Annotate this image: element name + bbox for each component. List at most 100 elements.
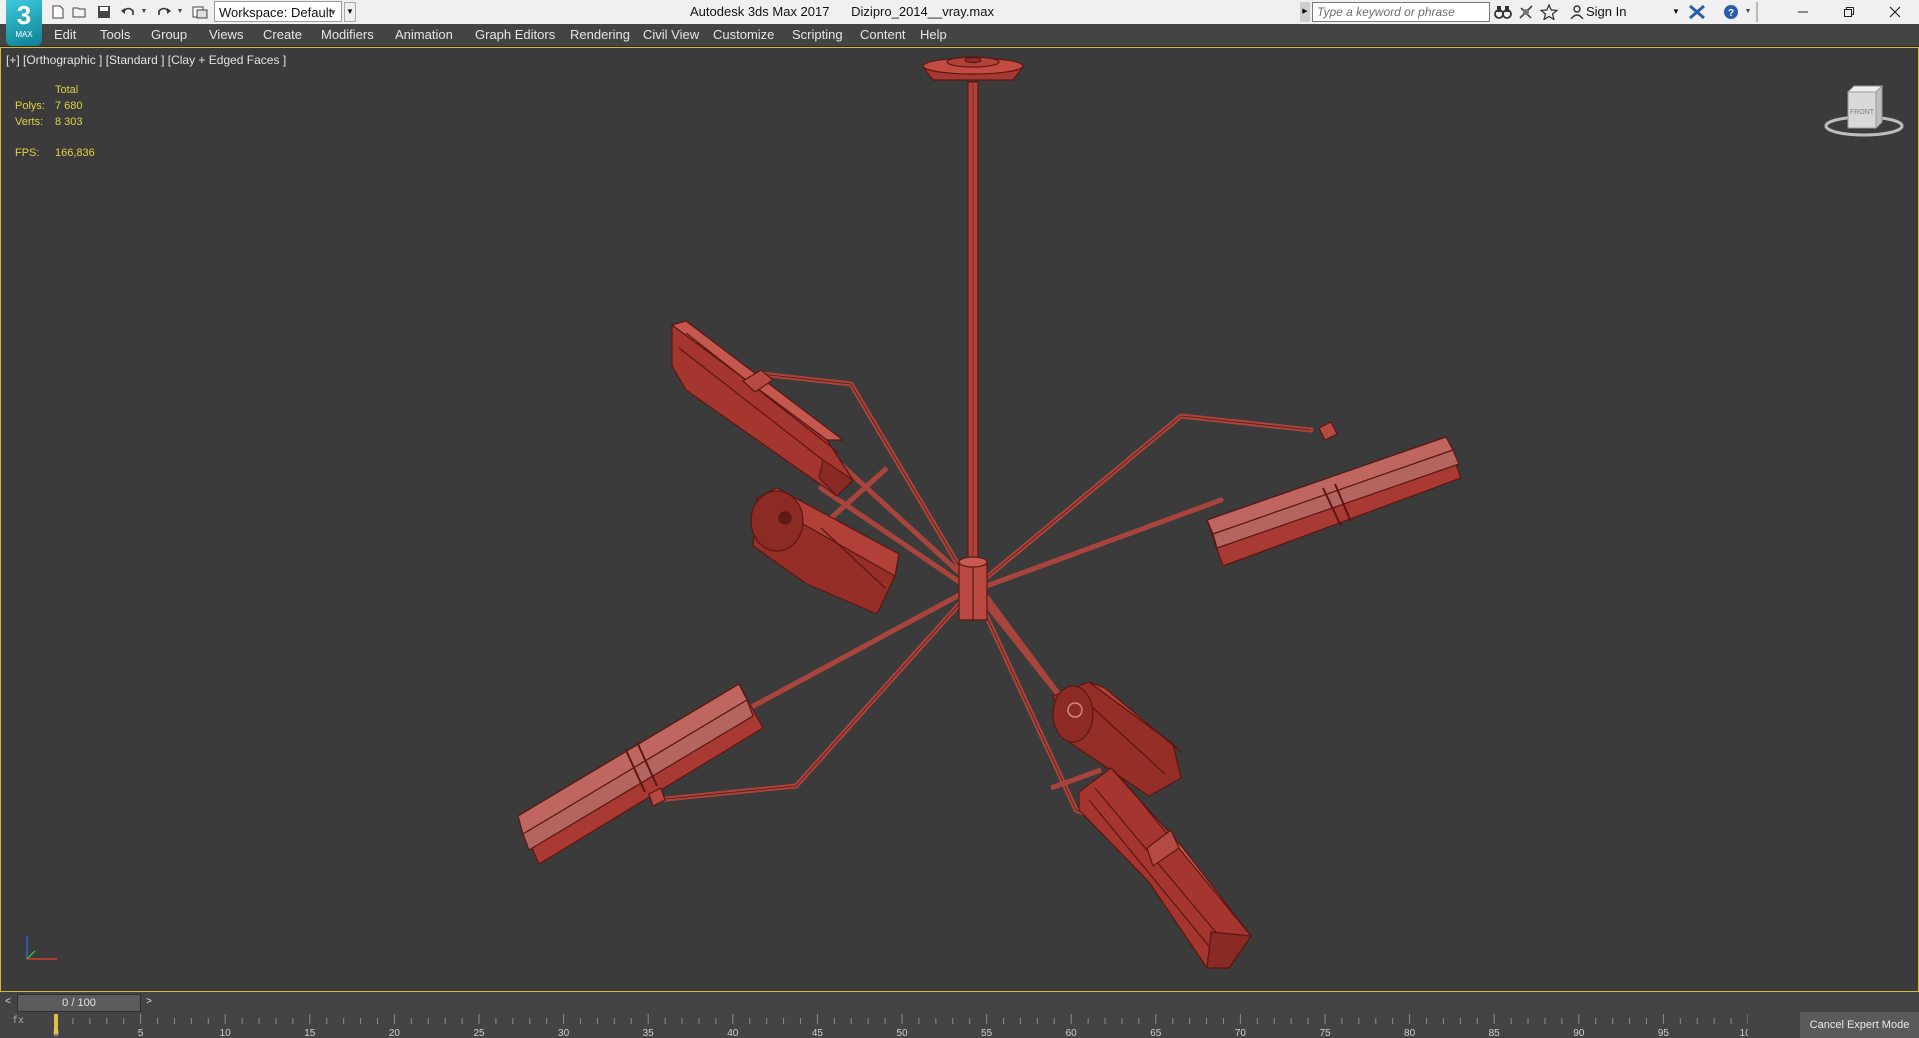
viewcube-face-label: FRONT <box>1850 109 1875 116</box>
app-logo-subtext: MAX <box>15 30 33 39</box>
track-tick-label: 80 <box>1404 1028 1416 1038</box>
menu-content[interactable]: Content <box>860 24 906 46</box>
open-file-button[interactable] <box>70 2 90 22</box>
workspace-more-button[interactable]: ▼ <box>344 2 356 22</box>
menu-scripting[interactable]: Scripting <box>792 24 843 46</box>
sign-in-dropdown-icon[interactable]: ▼ <box>1672 0 1680 24</box>
lamp-right[interactable] <box>1206 421 1462 567</box>
help-dropdown-icon[interactable]: ▼ <box>1744 2 1752 22</box>
minimize-button[interactable] <box>1780 0 1826 24</box>
maxscript-mini-listener[interactable]: fx <box>12 1015 24 1026</box>
project-folder-button[interactable] <box>190 2 210 22</box>
new-file-button[interactable] <box>48 2 68 22</box>
save-icon <box>98 6 110 18</box>
app-logo-text: 3 <box>16 0 32 30</box>
workspace-dropdown-icon: ▼ <box>329 8 337 17</box>
menu-help[interactable]: Help <box>920 24 947 46</box>
restore-button[interactable] <box>1826 0 1872 24</box>
track-bar[interactable]: 0510152025303540455055606570758085909510… <box>48 1012 1748 1038</box>
center-hub[interactable] <box>958 556 988 621</box>
project-folder-icon <box>192 6 208 19</box>
viewcube-widget[interactable]: FRONT <box>1821 82 1907 142</box>
app-name: Autodesk 3ds Max 2017 <box>690 4 830 19</box>
title-bar: 3 MAX ▼ ▼ Workspace: Default ▼ ▼ Autodesk… <box>0 0 1919 46</box>
sign-in-button[interactable]: Sign In <box>1568 0 1626 24</box>
menu-graph-editors[interactable]: Graph Editors <box>475 24 555 46</box>
menu-edit[interactable]: Edit <box>54 24 76 46</box>
track-tick-label: 20 <box>389 1028 401 1038</box>
menu-views[interactable]: Views <box>209 24 243 46</box>
new-file-icon <box>52 5 64 19</box>
track-tick-label: 15 <box>304 1028 316 1038</box>
undo-button[interactable] <box>118 2 138 22</box>
track-bar-row: fx 0510152025303540455055606570758085909… <box>0 1012 1919 1038</box>
track-tick-label: 95 <box>1658 1028 1670 1038</box>
track-tick-label: 10 <box>220 1028 232 1038</box>
menu-animation[interactable]: Animation <box>395 24 453 46</box>
workspace-selector[interactable]: Workspace: Default ▼ <box>214 1 342 22</box>
star-icon <box>1540 4 1558 20</box>
track-tick-label: 5 <box>138 1028 144 1038</box>
redo-button[interactable] <box>154 2 174 22</box>
save-file-button[interactable] <box>94 2 114 22</box>
track-tick-label: 100 <box>1740 1028 1748 1038</box>
redo-icon <box>158 7 171 15</box>
track-tick-label: 25 <box>473 1028 485 1038</box>
app-logo[interactable]: 3 MAX <box>6 0 42 46</box>
track-tick-label: 60 <box>1066 1028 1078 1038</box>
track-bar-labels: 0510152025303540455055606570758085909510… <box>53 1028 1748 1038</box>
time-slider[interactable]: 0 / 100 <box>17 994 141 1012</box>
search-input[interactable] <box>1312 2 1490 22</box>
lamp-top-left[interactable] <box>671 320 889 520</box>
ceiling-canopy[interactable] <box>922 56 1024 81</box>
track-tick-label: 90 <box>1573 1028 1585 1038</box>
track-tick-label: 65 <box>1150 1028 1162 1038</box>
track-tick-label: 40 <box>727 1028 739 1038</box>
binoculars-icon <box>1494 6 1512 19</box>
menu-customize[interactable]: Customize <box>713 24 774 46</box>
menu-group[interactable]: Group <box>151 24 187 46</box>
close-button[interactable] <box>1872 0 1918 24</box>
sign-in-label: Sign In <box>1586 4 1627 19</box>
search-binoculars-button[interactable] <box>1492 2 1514 22</box>
undo-dropdown-icon[interactable]: ▼ <box>140 2 148 22</box>
menu-rendering[interactable]: Rendering <box>570 24 630 46</box>
redo-dropdown-icon[interactable]: ▼ <box>176 2 184 22</box>
menu-tools[interactable]: Tools <box>100 24 130 46</box>
track-tick-label: 35 <box>643 1028 655 1038</box>
minimize-icon <box>1798 11 1808 13</box>
track-bar-ticks <box>55 1014 1748 1024</box>
menu-bar: Edit Tools Group Views Create Modifiers … <box>0 24 1919 47</box>
next-frame-button[interactable]: > <box>142 993 156 1011</box>
communication-center-button[interactable] <box>1515 2 1537 22</box>
exchange-icon <box>1689 4 1705 20</box>
lamp-bottom-right[interactable] <box>1050 767 1252 969</box>
cancel-expert-mode-button[interactable]: Cancel Expert Mode <box>1800 1012 1919 1038</box>
lamp-small-left[interactable] <box>750 487 900 615</box>
search-expand-icon[interactable]: ▶ <box>1300 2 1310 22</box>
titlebar-divider <box>1756 2 1758 22</box>
favorites-button[interactable] <box>1538 2 1560 22</box>
workspace-label: Workspace: Default <box>219 5 333 20</box>
current-frame-marker[interactable] <box>54 1014 58 1034</box>
user-icon <box>1570 5 1584 19</box>
track-tick-label: 70 <box>1235 1028 1247 1038</box>
axis-tripod-icon <box>26 936 57 960</box>
chandelier-model[interactable] <box>1 48 1918 991</box>
autodesk-exchange-button[interactable] <box>1686 2 1708 22</box>
center-rod[interactable] <box>967 81 979 563</box>
time-slider-row: < 0 / 100 > <box>0 993 1919 1012</box>
viewcube-side-face[interactable] <box>1875 84 1883 130</box>
perspective-viewport[interactable]: [+] [Orthographic ] [Standard ] [Clay + … <box>0 47 1919 992</box>
lamp-bottom-left[interactable] <box>517 683 764 865</box>
open-folder-icon <box>72 7 86 18</box>
satellite-icon <box>1519 5 1533 19</box>
track-tick-label: 55 <box>981 1028 993 1038</box>
menu-modifiers[interactable]: Modifiers <box>321 24 374 46</box>
track-tick-label: 30 <box>558 1028 570 1038</box>
menu-civil-view[interactable]: Civil View <box>643 24 699 46</box>
menu-create[interactable]: Create <box>263 24 302 46</box>
previous-frame-button[interactable]: < <box>1 993 15 1011</box>
help-button[interactable]: ? <box>1720 2 1742 22</box>
track-tick-label: 50 <box>896 1028 908 1038</box>
